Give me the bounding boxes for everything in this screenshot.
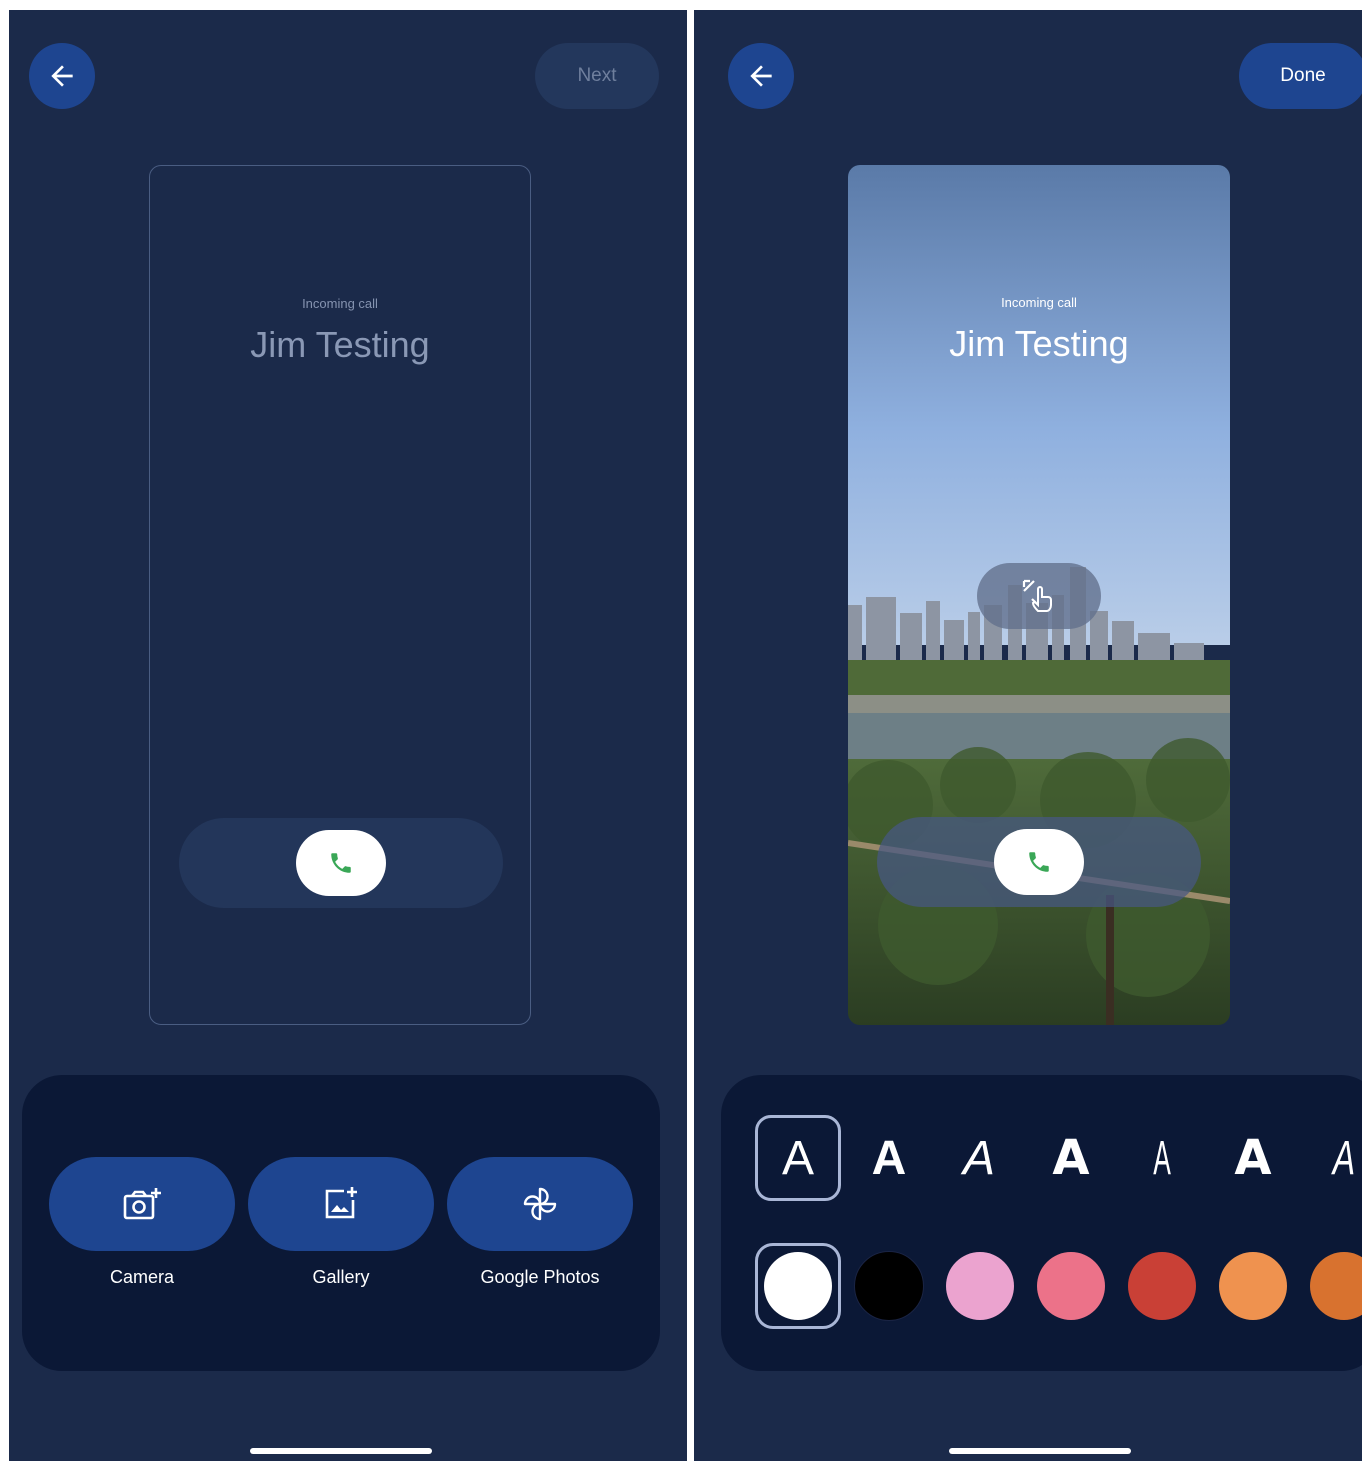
font-sample: A: [1234, 1130, 1272, 1186]
font-sample: A: [1332, 1131, 1356, 1185]
answer-slider-track: [179, 818, 503, 908]
camera-button[interactable]: [49, 1157, 235, 1251]
call-screen-preview: Incoming call Jim Testing: [149, 165, 531, 1025]
reposition-hint: [977, 563, 1101, 629]
caller-name: Jim Testing: [250, 324, 430, 365]
phone-icon: [331, 853, 351, 873]
home-indicator[interactable]: [250, 1448, 432, 1454]
photo-source-screen: Next Incoming call Jim Testing Camera Ga…: [9, 10, 687, 1461]
font-sample: A: [781, 1131, 814, 1185]
gallery-option[interactable]: Gallery: [248, 1157, 434, 1288]
style-panel: A A A A A A A: [721, 1075, 1362, 1371]
photo-source-panel: Camera Gallery Google Photos: [22, 1075, 660, 1371]
phone-icon: [1029, 852, 1049, 872]
font-sample: A: [871, 1131, 907, 1185]
font-option-italic-light[interactable]: A: [936, 1115, 1022, 1201]
answer-slider-track: [877, 817, 1201, 907]
back-button[interactable]: [29, 43, 95, 109]
font-sample: A: [962, 1131, 995, 1185]
color-option-white[interactable]: [755, 1243, 841, 1329]
google-photos-icon: [523, 1187, 557, 1221]
color-swatch: [946, 1252, 1014, 1320]
color-swatch: [764, 1252, 832, 1320]
gallery-add-icon: [325, 1187, 357, 1219]
camera-option[interactable]: Camera: [49, 1157, 235, 1288]
incoming-call-label: Incoming call: [1001, 295, 1077, 310]
font-sample: A: [1052, 1130, 1090, 1186]
done-button[interactable]: Done: [1239, 43, 1362, 109]
answer-call-button[interactable]: [296, 830, 386, 896]
color-option-dark-orange[interactable]: [1301, 1243, 1362, 1329]
color-option-light-pink[interactable]: [937, 1243, 1023, 1329]
back-button[interactable]: [728, 43, 794, 109]
caller-name: Jim Testing: [949, 323, 1129, 364]
incoming-call-label: Incoming call: [302, 296, 378, 311]
call-screen-preview: Incoming call Jim Testing: [848, 165, 1230, 1025]
gallery-label: Gallery: [312, 1267, 370, 1287]
camera-add-icon: [123, 1188, 161, 1220]
style-editor-screen: Done Incoming call Jim Testing A A A A A…: [694, 10, 1362, 1461]
arrow-back-icon: [51, 65, 73, 87]
next-button[interactable]: Next: [535, 43, 659, 109]
camera-label: Camera: [109, 1267, 175, 1287]
color-swatch: [1310, 1252, 1362, 1320]
font-option-black[interactable]: A: [1028, 1115, 1114, 1201]
color-option-black[interactable]: [846, 1243, 932, 1329]
color-swatch: [1037, 1252, 1105, 1320]
google-photos-button[interactable]: [447, 1157, 633, 1251]
color-swatch: [1219, 1252, 1287, 1320]
font-option-bold-geometric[interactable]: A: [1210, 1115, 1296, 1201]
gallery-button[interactable]: [248, 1157, 434, 1251]
answer-call-button[interactable]: [994, 829, 1084, 895]
pinch-drag-icon: [1022, 579, 1052, 612]
color-swatch: [854, 1251, 924, 1321]
google-photos-option[interactable]: Google Photos: [447, 1157, 633, 1288]
font-sample: A: [1153, 1131, 1171, 1185]
arrow-back-icon: [750, 65, 772, 87]
color-option-pink[interactable]: [1028, 1243, 1114, 1329]
google-photos-label: Google Photos: [480, 1267, 600, 1287]
color-swatch: [1128, 1252, 1196, 1320]
font-option-italic-condensed[interactable]: A: [1314, 1115, 1362, 1201]
home-indicator[interactable]: [949, 1448, 1131, 1454]
font-option-condensed-thin[interactable]: A: [1138, 1115, 1185, 1201]
color-option-red[interactable]: [1119, 1243, 1205, 1329]
font-option-rounded[interactable]: A: [846, 1115, 932, 1201]
color-option-orange[interactable]: [1210, 1243, 1296, 1329]
font-option-regular[interactable]: A: [755, 1115, 841, 1201]
